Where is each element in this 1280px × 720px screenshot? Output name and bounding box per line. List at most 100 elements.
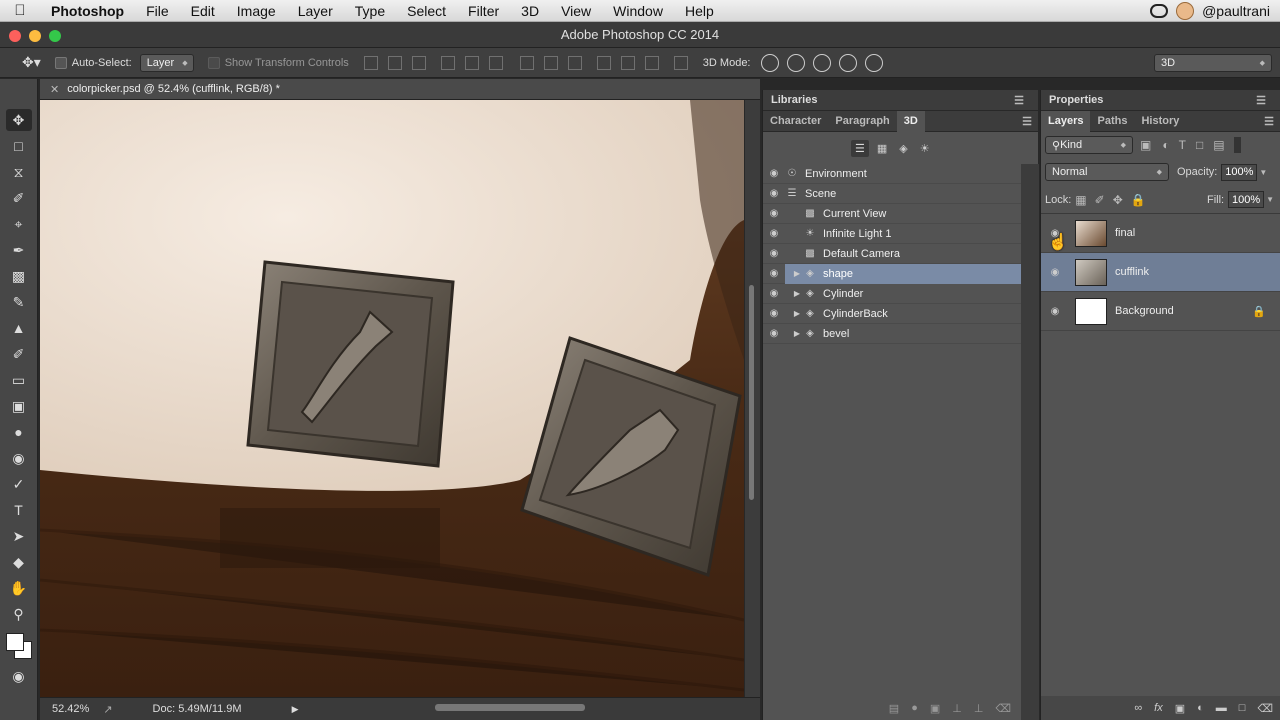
username[interactable]: @paultrani xyxy=(1202,3,1270,19)
libraries-panel-header[interactable]: Libraries ☰ xyxy=(763,90,1038,111)
distribute-top-icon[interactable] xyxy=(519,55,534,70)
brush-tool-icon[interactable]: ✎ xyxy=(6,291,32,313)
avatar[interactable] xyxy=(1176,1,1195,20)
auto-select-checkbox[interactable] xyxy=(54,56,67,69)
filter-type-icon[interactable]: T xyxy=(1179,138,1186,152)
vertical-scroll-thumb[interactable] xyxy=(749,285,754,500)
render-icon[interactable]: ▣ xyxy=(930,702,940,715)
filter-whole-scene-icon[interactable]: ☰ xyxy=(851,139,869,157)
menu-filter[interactable]: Filter xyxy=(457,3,510,19)
zoom-tool-icon[interactable]: ⚲ xyxy=(6,603,32,625)
path-select-tool-icon[interactable]: ➤ xyxy=(6,525,32,547)
show-transform-checkbox[interactable] xyxy=(207,56,220,69)
workspace-dropdown[interactable]: 3D xyxy=(1154,53,1272,72)
visibility-eye-icon[interactable]: ◉ xyxy=(763,308,785,319)
menu-file[interactable]: File xyxy=(135,3,180,19)
menu-select[interactable]: Select xyxy=(396,3,457,19)
align-hcenter-icon[interactable] xyxy=(464,55,479,70)
dodge-tool-icon[interactable]: ◉ xyxy=(6,447,32,469)
tab-history[interactable]: History xyxy=(1134,111,1186,132)
visibility-eye-icon[interactable]: ◉ xyxy=(763,248,785,259)
horizontal-scroll-thumb[interactable] xyxy=(435,704,585,711)
menu-image[interactable]: Image xyxy=(226,3,287,19)
menu-type[interactable]: Type xyxy=(344,3,396,19)
menu-edit[interactable]: Edit xyxy=(180,3,226,19)
scale-3d-icon[interactable] xyxy=(864,53,883,72)
properties-menu-icon[interactable]: ☰ xyxy=(1256,94,1272,107)
add-mask-icon[interactable]: ▣ xyxy=(1175,702,1185,715)
blend-mode-dropdown[interactable]: Normal xyxy=(1045,163,1169,181)
gradient-tool-icon[interactable]: ▣ xyxy=(6,395,32,417)
tab-character[interactable]: Character xyxy=(763,111,828,132)
move-tool-preset-icon[interactable]: ✥▾ xyxy=(22,54,41,71)
expand-arrow-icon[interactable]: ▶ xyxy=(791,289,803,298)
scene-item[interactable]: ◉ ▶ ◈ bevel xyxy=(763,324,1021,344)
stamp-tool-icon[interactable]: ▲ xyxy=(6,317,32,339)
scene-item[interactable]: ◉ ▩ Current View xyxy=(763,204,1021,224)
distribute-vcenter-icon[interactable] xyxy=(543,55,558,70)
marquee-tool-icon[interactable]: □ xyxy=(6,135,32,157)
align-vcenter-icon[interactable] xyxy=(387,55,402,70)
hand-tool-icon[interactable]: ✋ xyxy=(6,577,32,599)
lasso-tool-icon[interactable]: ⧖ xyxy=(6,161,32,183)
lock-all-icon[interactable]: 🔒 xyxy=(1131,193,1146,207)
move-tool-icon[interactable]: ✥ xyxy=(5,109,32,131)
menu-layer[interactable]: Layer xyxy=(287,3,344,19)
tab-paths[interactable]: Paths xyxy=(1090,111,1134,132)
filter-shape-icon[interactable]: □ xyxy=(1196,138,1203,152)
filter-materials-icon[interactable]: ◈ xyxy=(895,140,911,157)
menu-3d[interactable]: 3D xyxy=(510,3,550,19)
layer-row[interactable]: ◉ cufflink xyxy=(1041,253,1280,292)
layer-style-icon[interactable]: fx xyxy=(1154,702,1163,714)
delete-layer-icon[interactable]: ⌫ xyxy=(1257,702,1273,715)
zoom-window-button[interactable] xyxy=(49,30,61,42)
healing-tool-icon[interactable]: ▩ xyxy=(6,265,32,287)
share-icon[interactable]: ↗ xyxy=(103,703,112,716)
minimize-window-button[interactable] xyxy=(29,30,41,42)
apple-icon[interactable]:  xyxy=(0,2,40,19)
new-group-icon[interactable]: ▬ xyxy=(1216,702,1227,714)
visibility-eye-icon[interactable]: ◉ xyxy=(763,288,785,299)
opacity-dropdown-icon[interactable]: ▼ xyxy=(1259,168,1267,177)
link-layers-icon[interactable]: ∞ xyxy=(1134,702,1142,714)
align-left-icon[interactable] xyxy=(440,55,455,70)
visibility-eye-icon[interactable]: ◉ xyxy=(763,328,785,339)
filter-smart-icon[interactable]: ▤ xyxy=(1213,138,1224,152)
visibility-eye-icon[interactable]: ◉ xyxy=(763,188,785,199)
eraser-tool-icon[interactable]: ▭ xyxy=(6,369,32,391)
shape-tool-icon[interactable]: ◆ xyxy=(6,551,32,573)
filter-pixel-icon[interactable]: ▣ xyxy=(1140,138,1151,152)
document-canvas[interactable] xyxy=(40,100,744,697)
expand-arrow-icon[interactable]: ▶ xyxy=(791,309,803,318)
align-top-icon[interactable] xyxy=(363,55,378,70)
properties-panel-header[interactable]: Properties ☰ xyxy=(1041,90,1280,111)
quick-mask-icon[interactable]: ◉ xyxy=(6,665,32,687)
scene-item[interactable]: ◉ ▶ ◈ CylinderBack xyxy=(763,304,1021,324)
menu-window[interactable]: Window xyxy=(602,3,674,19)
drop-object-icon[interactable]: ⊥ xyxy=(974,702,984,715)
menu-view[interactable]: View xyxy=(550,3,602,19)
panel-menu-icon[interactable]: ☰ xyxy=(1014,94,1030,107)
filter-meshes-icon[interactable]: ▦ xyxy=(873,140,891,157)
tab-layers[interactable]: Layers xyxy=(1041,110,1091,132)
slide-3d-icon[interactable] xyxy=(838,53,857,72)
visibility-eye-icon[interactable]: ◉ xyxy=(763,208,785,219)
visibility-eye-icon[interactable]: ◉ xyxy=(763,168,785,179)
type-tool-icon[interactable]: T xyxy=(6,499,32,521)
quick-select-tool-icon[interactable]: ✐ xyxy=(6,187,32,209)
layer-visibility-eye-icon[interactable]: ◉ xyxy=(1041,306,1069,317)
fill-dropdown-icon[interactable]: ▼ xyxy=(1266,195,1274,204)
visibility-eye-icon[interactable]: ◉ xyxy=(763,228,785,239)
zoom-level[interactable]: 52.42% xyxy=(52,703,89,715)
opacity-field[interactable]: 100% xyxy=(1221,163,1258,181)
visibility-eye-icon[interactable]: ◉ xyxy=(763,268,785,279)
tab-3d[interactable]: 3D xyxy=(896,110,925,132)
orbit-3d-icon[interactable] xyxy=(760,53,779,72)
add-light-icon[interactable]: ● xyxy=(911,702,918,714)
tab-paragraph[interactable]: Paragraph xyxy=(828,111,896,132)
drop-to-plane-icon[interactable]: ⊥ xyxy=(952,702,962,715)
creative-cloud-icon[interactable] xyxy=(1150,3,1169,18)
document-tab[interactable]: ✕ colorpicker.psd @ 52.4% (cufflink, RGB… xyxy=(40,79,760,100)
scene-item[interactable]: ◉ ☰ Scene xyxy=(763,184,1021,204)
eyedropper-tool-icon[interactable]: ✒ xyxy=(6,239,32,261)
